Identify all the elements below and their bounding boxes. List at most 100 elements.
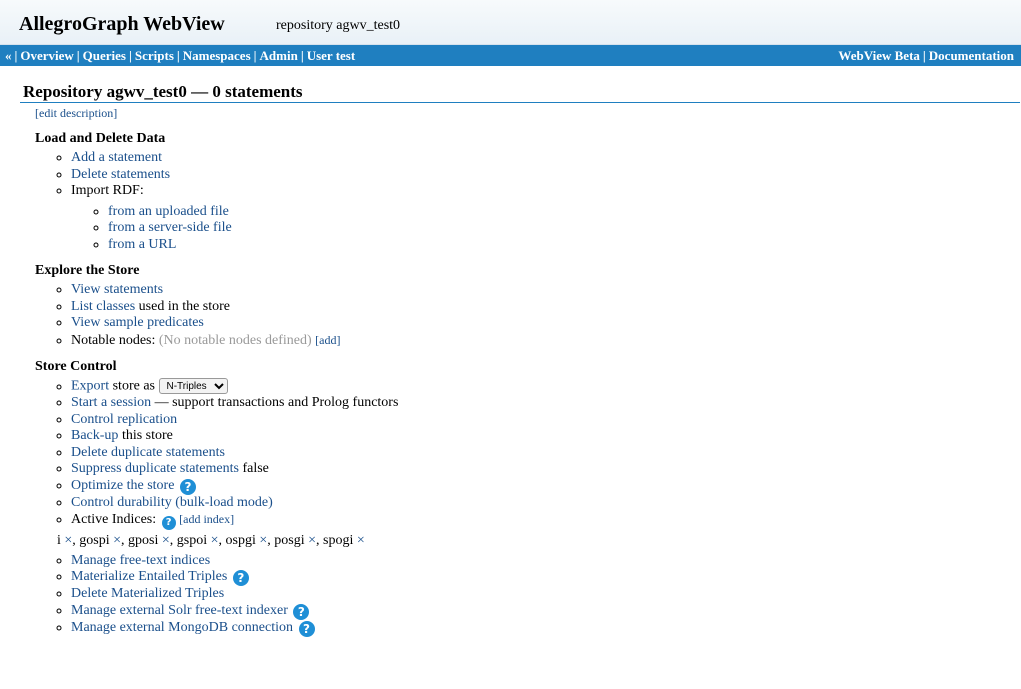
list-item: Delete statements	[71, 167, 995, 184]
list-item: Materialize Entailed Triples ?	[71, 569, 995, 586]
title-bar: AllegroGraph WebView repository agwv_tes…	[0, 0, 1021, 45]
list-item: Start a session — support transactions a…	[71, 395, 995, 412]
nav-left: «| Overview | Queries | Scripts | Namespaces | Ad…	[5, 48, 356, 63]
list-item: Import RDF: from an uploaded file from a…	[71, 183, 995, 253]
section-title-explore: Explore the Store	[35, 263, 140, 278]
edit-description-link[interactable]: [edit description]	[35, 106, 117, 120]
main-content: [edit description] Load and Delete Data …	[35, 105, 995, 637]
control-replication-link[interactable]: Control replication	[71, 412, 177, 427]
app-title: AllegroGraph WebView	[19, 13, 225, 35]
nav-overview[interactable]: Overview	[20, 48, 73, 63]
help-icon[interactable]: ?	[161, 516, 176, 530]
durability-link[interactable]: Control durability (bulk-load mode)	[71, 495, 273, 510]
export-suffix: store as	[109, 378, 159, 394]
index-name: posgi	[274, 533, 305, 548]
list-item: Manage free-text indices	[71, 553, 995, 570]
add-index-link[interactable]: [add index]	[179, 512, 234, 526]
import-url-link[interactable]: from a URL	[108, 237, 176, 252]
list-item: Back-up this store	[71, 428, 995, 445]
list-item: View sample predicates	[71, 315, 995, 332]
delete-index-icon[interactable]: ×	[357, 533, 365, 548]
delete-index-icon[interactable]: ×	[113, 533, 121, 548]
start-session-suffix: — support transactions and Prolog functo…	[151, 395, 399, 410]
index-name: gposi	[128, 533, 159, 548]
nav-user[interactable]: User test	[307, 48, 356, 63]
list-item: from a URL	[108, 237, 995, 254]
suppress-duplicates-value: false	[238, 461, 269, 476]
list-item: Add a statement	[71, 150, 995, 167]
add-notable-link[interactable]: [add]	[315, 333, 340, 347]
notable-nodes-label: Notable nodes:	[71, 332, 159, 348]
delete-duplicates-link[interactable]: Delete duplicate statements	[71, 445, 225, 460]
help-icon[interactable]: ?	[232, 570, 249, 586]
nav-documentation[interactable]: Documentation	[929, 48, 1014, 63]
list-item: Notable nodes: (No notable nodes defined…	[71, 332, 995, 350]
delete-index-icon[interactable]: ×	[308, 533, 316, 548]
section-title-store-control: Store Control	[35, 359, 117, 374]
delete-index-icon[interactable]: ×	[162, 533, 170, 548]
backup-suffix: this store	[118, 428, 173, 443]
index-name: gospi	[79, 533, 110, 548]
delete-index-icon[interactable]: ×	[211, 533, 219, 548]
nav-webview-beta[interactable]: WebView Beta	[838, 48, 919, 63]
import-rdf-label: Import RDF:	[71, 183, 144, 198]
delete-materialized-link[interactable]: Delete Materialized Triples	[71, 586, 224, 601]
list-classes-suffix: used in the store	[135, 298, 231, 314]
nav-namespaces[interactable]: Namespaces	[183, 48, 251, 63]
export-link[interactable]: Export	[71, 379, 109, 394]
store-control-list: Export store as N-Triples Start a sessio…	[35, 378, 995, 637]
import-uploaded-link[interactable]: from an uploaded file	[108, 204, 229, 219]
backup-link[interactable]: Back-up	[71, 428, 118, 443]
explore-list: View statements List classes used in the…	[35, 282, 995, 349]
materialize-link[interactable]: Materialize Entailed Triples	[71, 569, 227, 584]
index-name: gspoi	[176, 533, 208, 548]
manage-freetext-link[interactable]: Manage free-text indices	[71, 553, 210, 568]
export-format-select[interactable]: N-Triples	[158, 378, 228, 394]
section-title-load-delete: Load and Delete Data	[35, 131, 166, 146]
view-statements-link[interactable]: View statements	[71, 282, 163, 297]
notable-nodes-empty: (No notable nodes defined)	[158, 332, 312, 348]
import-rdf-list: from an uploaded file from a server-side…	[71, 204, 995, 254]
list-item: List classes used in the store	[71, 299, 995, 316]
heading-divider	[20, 102, 1020, 103]
nav-right: WebView Beta | Documentation	[838, 48, 1014, 63]
nav-admin[interactable]: Admin	[260, 48, 298, 63]
nav-queries[interactable]: Queries	[83, 48, 126, 63]
import-server-link[interactable]: from a server-side file	[108, 220, 232, 235]
nav-back-link[interactable]: «	[5, 48, 12, 63]
view-predicates-link[interactable]: View sample predicates	[71, 315, 204, 330]
repository-label: repository agwv_test0	[276, 18, 401, 33]
nav-scripts[interactable]: Scripts	[135, 48, 174, 63]
nav-bar: «| Overview | Queries | Scripts | Namespaces | Ad…	[0, 45, 1021, 66]
index-name: i	[57, 533, 61, 548]
optimize-link[interactable]: Optimize the store	[71, 478, 174, 493]
help-icon[interactable]: ?	[298, 620, 315, 637]
list-item: Control replication	[71, 412, 995, 429]
list-item: Active Indices: ? [add index]	[71, 511, 995, 530]
list-item: from a server-side file	[108, 220, 995, 237]
suppress-duplicates-link[interactable]: Suppress duplicate statements	[71, 461, 239, 476]
help-icon[interactable]: ?	[179, 478, 196, 495]
list-item: Export store as N-Triples	[71, 378, 995, 395]
list-item: Suppress duplicate statements false	[71, 461, 995, 478]
list-item: View statements	[71, 282, 995, 299]
add-statement-link[interactable]: Add a statement	[71, 150, 162, 165]
list-item: from an uploaded file	[108, 204, 995, 221]
list-classes-link[interactable]: List classes	[71, 299, 135, 314]
list-item: Optimize the store ?	[71, 478, 995, 495]
mongodb-link[interactable]: Manage external MongoDB connection	[71, 620, 293, 635]
solr-link[interactable]: Manage external Solr free-text indexer	[71, 603, 288, 618]
index-name: ospgi	[225, 533, 256, 548]
active-indices-label: Active Indices:	[71, 512, 160, 527]
delete-index-icon[interactable]: ×	[64, 533, 72, 548]
delete-statements-link[interactable]: Delete statements	[71, 167, 170, 182]
help-icon[interactable]: ?	[293, 603, 310, 620]
page-title: Repository agwv_test0 — 0 statements	[23, 82, 303, 101]
list-item: Control durability (bulk-load mode)	[71, 495, 995, 512]
start-session-link[interactable]: Start a session	[71, 395, 151, 410]
load-delete-list: Add a statement Delete statements Import…	[35, 150, 995, 253]
indices-list: i ×, gospi ×, gposi ×, gspoi ×, ospgi ×,…	[57, 533, 365, 548]
delete-index-icon[interactable]: ×	[259, 533, 267, 548]
list-item: Delete Materialized Triples	[71, 586, 995, 603]
list-item: Delete duplicate statements	[71, 445, 995, 462]
